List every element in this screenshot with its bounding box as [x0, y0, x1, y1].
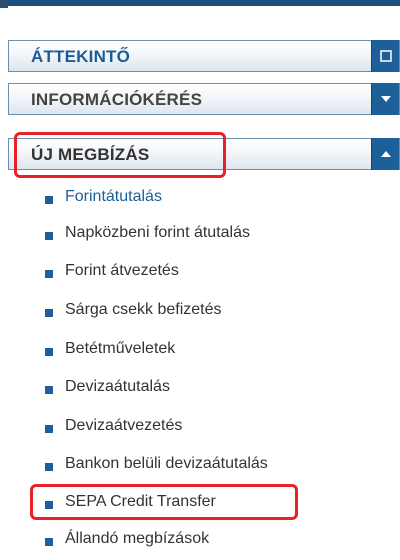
- chevron-up-icon[interactable]: [371, 138, 399, 170]
- nav-header-overview[interactable]: ÁTTEKINTŐ: [8, 40, 400, 72]
- submenu-item-label: Forint átvezetés: [65, 262, 179, 279]
- nav-header-information-request[interactable]: INFORMÁCIÓKÉRÉS: [8, 83, 400, 115]
- bullet-icon: [45, 425, 53, 433]
- bullet-icon: [45, 232, 53, 240]
- bullet-icon: [45, 196, 53, 204]
- top-edge-fragment: [0, 0, 400, 8]
- submenu-item-label: Betétműveletek: [65, 340, 176, 357]
- top-edge-bar: [8, 0, 400, 6]
- submenu-item-label: Devizaátvezetés: [65, 417, 183, 434]
- bullet-icon: [45, 386, 53, 394]
- bullet-icon: [45, 270, 53, 278]
- submenu-item-label: Forintátutalás: [65, 188, 162, 205]
- submenu-item-label: Sárga csekk befizetés: [65, 301, 222, 318]
- bullet-icon: [45, 501, 53, 509]
- nav-header-new-order-label: ÚJ MEGBÍZÁS: [31, 145, 150, 164]
- bullet-icon: [45, 538, 53, 546]
- nav-header-new-order[interactable]: ÚJ MEGBÍZÁS: [8, 138, 400, 170]
- submenu-item-label: SEPA Credit Transfer: [65, 493, 216, 510]
- bullet-icon: [45, 309, 53, 317]
- nav-header-overview-label: ÁTTEKINTŐ: [31, 47, 131, 66]
- square-tab-icon[interactable]: [371, 40, 399, 72]
- submenu-item-label: Bankon belüli devizaátutalás: [65, 455, 268, 472]
- top-edge-left-block: [0, 0, 8, 8]
- bullet-icon: [45, 463, 53, 471]
- submenu-item-label: Devizaátutalás: [65, 378, 170, 395]
- submenu-item-label: Napközbeni forint átutalás: [65, 224, 250, 241]
- bullet-icon: [45, 348, 53, 356]
- nav-header-information-request-label: INFORMÁCIÓKÉRÉS: [31, 90, 203, 109]
- submenu-item-label: Állandó megbízások: [65, 530, 210, 547]
- chevron-down-icon[interactable]: [371, 83, 399, 115]
